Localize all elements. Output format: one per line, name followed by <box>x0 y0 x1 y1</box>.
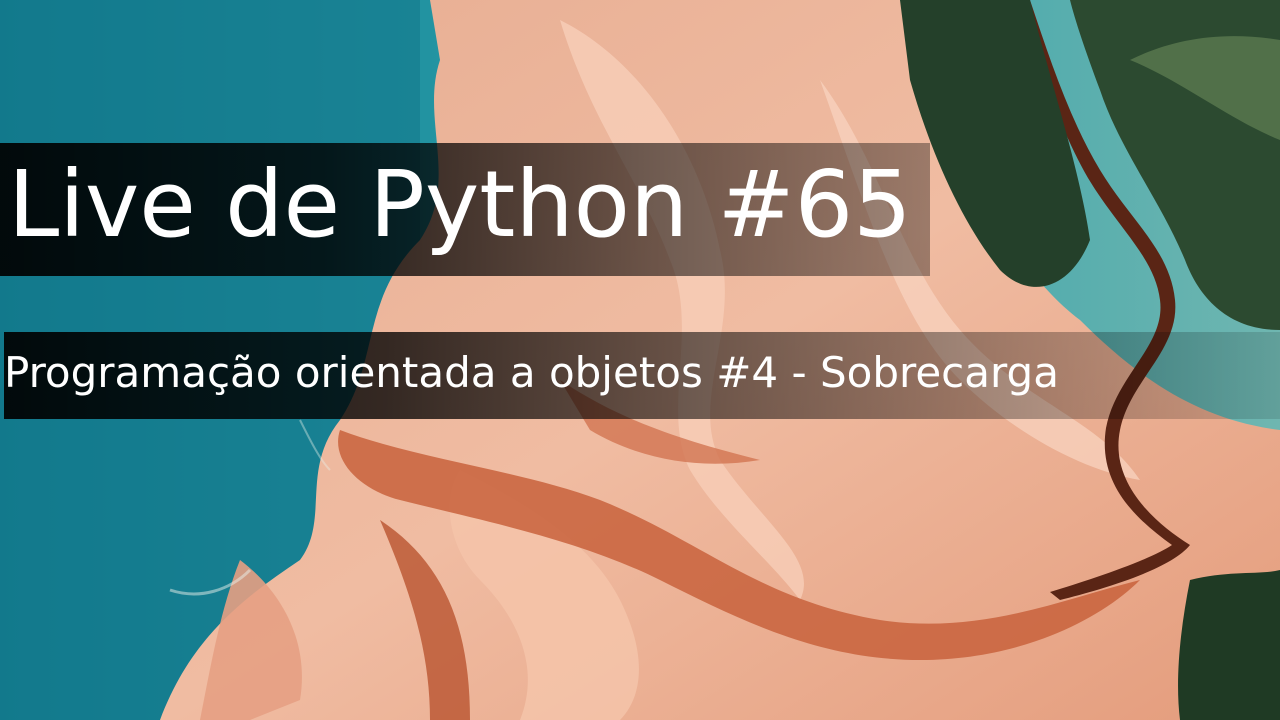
video-title: Live de Python #65 <box>8 151 912 258</box>
thumbnail-canvas: Live de Python #65 Programação orientada… <box>0 0 1280 720</box>
video-subtitle: Programação orientada a objetos #4 - Sob… <box>4 348 1059 397</box>
